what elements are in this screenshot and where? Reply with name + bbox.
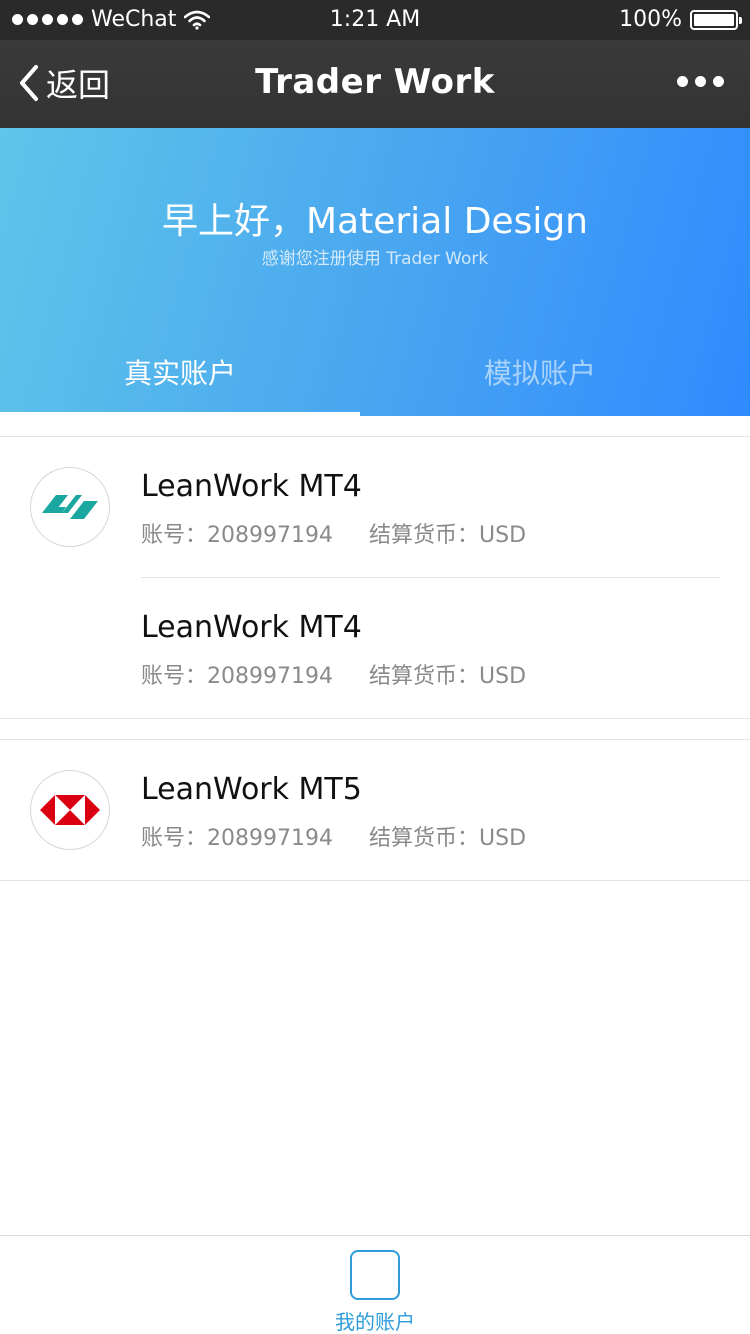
- tab-my-account[interactable]: 我的账户: [325, 1250, 425, 1334]
- currency-label: 结算货币：: [369, 826, 480, 851]
- account-number-label: 账号：: [141, 826, 208, 851]
- account-row[interactable]: LeanWork MT4 账号：208997194 结算货币：USD: [0, 437, 750, 578]
- nav-bar: 返回 Trader Work: [0, 40, 750, 128]
- tab-active-indicator: [0, 412, 360, 416]
- account-meta: 账号：208997194 结算货币：USD: [141, 517, 526, 549]
- account-number-label: 账号：: [141, 523, 208, 548]
- tab-real-account[interactable]: 真实账户: [0, 352, 360, 392]
- hero-header: 早上好，Material Design 感谢您注册使用 Trader Work …: [0, 128, 750, 416]
- greeting-text: 早上好，Material Design: [162, 201, 588, 242]
- account-number-label: 账号：: [141, 664, 208, 689]
- account-meta: 账号：208997194 结算货币：USD: [141, 658, 526, 690]
- account-name: LeanWork MT5: [141, 772, 362, 807]
- status-right: 100%: [619, 7, 742, 32]
- battery-icon: [690, 9, 742, 30]
- account-name: LeanWork MT4: [141, 610, 362, 645]
- currency-label: 结算货币：: [369, 523, 480, 548]
- tab-demo-account[interactable]: 模拟账户: [360, 352, 720, 392]
- account-name: LeanWork MT4: [141, 469, 362, 504]
- account-row[interactable]: LeanWork MT4 账号：208997194 结算货币：USD: [0, 578, 750, 719]
- account-tab-icon: [350, 1250, 400, 1300]
- account-meta: 账号：208997194 结算货币：USD: [141, 820, 526, 852]
- currency-value: USD: [479, 826, 527, 851]
- battery-percent: 100%: [619, 7, 682, 32]
- bottom-tab-bar: 我的账户: [0, 1235, 750, 1334]
- account-number: 208997194: [207, 664, 333, 689]
- hexagon-logo-icon: [30, 770, 110, 850]
- account-row[interactable]: LeanWork MT5 账号：208997194 结算货币：USD: [0, 740, 750, 881]
- more-dots-icon[interactable]: [677, 76, 724, 87]
- account-number: 208997194: [207, 826, 333, 851]
- currency-label: 结算货币：: [369, 664, 480, 689]
- currency-value: USD: [479, 664, 527, 689]
- leanwork-logo-icon: [30, 467, 110, 547]
- currency-value: USD: [479, 523, 527, 548]
- greeting-subtitle: 感谢您注册使用 Trader Work: [261, 249, 489, 269]
- account-number: 208997194: [207, 523, 333, 548]
- status-bar: WeChat 1:21 AM 100%: [0, 0, 750, 40]
- tab-my-account-label: 我的账户: [335, 1310, 415, 1334]
- account-group-mt5: LeanWork MT5 账号：208997194 结算货币：USD: [0, 739, 750, 881]
- account-group-mt4: LeanWork MT4 账号：208997194 结算货币：USD LeanW…: [0, 436, 750, 719]
- page-title: Trader Work: [255, 62, 495, 102]
